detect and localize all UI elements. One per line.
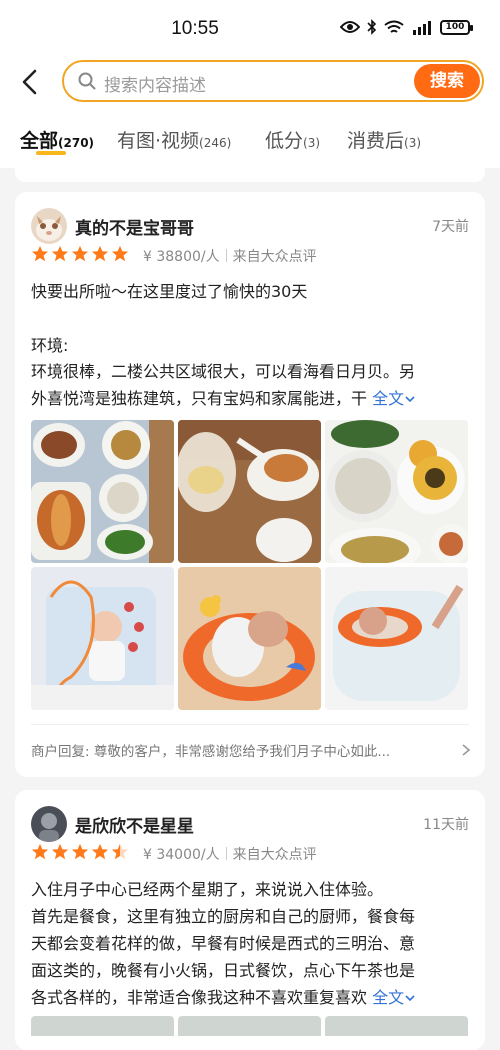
review-photos [31,420,468,710]
review-photo[interactable] [178,567,321,710]
review-photo[interactable] [178,420,321,563]
review-source: 来自大众点评 [232,847,317,863]
price-per-person: ¥ 34000/人 [143,847,220,863]
review-meta: ¥ 38800/人 来自大众点评 [143,246,317,266]
review-text-line: 快要出所啦～在这里度过了愉快的30天 [31,282,308,301]
expand-label: 全文 [372,389,405,408]
search-bar: 搜索内容描述 搜索 [0,56,500,112]
star-icon [91,843,109,860]
merchant-reply[interactable]: 商户回复: 尊敬的客户，非常感谢您给予我们月子中心如此... [31,740,471,760]
divider [31,724,469,725]
price-per-person: ¥ 38800/人 [143,249,220,265]
tab-count: (3) [404,136,422,150]
review-photos [31,1016,468,1036]
review-text-line: 首先是餐食，这里有独立的厨房和自己的厨师，餐食每 [31,907,416,926]
review-time: 11天前 [423,817,469,833]
star-icon [51,843,69,860]
status-icons: 100 [340,19,473,35]
tab-after-purchase[interactable]: 消费后(3) [347,126,421,153]
review-text-line: 天都会变着花样的做，早餐有时候是西式的三明治、意 [31,934,416,953]
star-rating [31,245,129,263]
star-icon [31,245,49,262]
review-text-line: 面这类的，晚餐有小火锅，日式餐饮，点心下午茶也是 [31,961,416,980]
review-photo[interactable] [325,420,468,563]
search-button[interactable]: 搜索 [414,64,480,98]
review-time: 7天前 [432,219,469,235]
review-photo[interactable] [31,420,174,563]
active-tab-indicator [36,151,66,155]
wifi-icon [384,20,404,33]
expand-full-text-link[interactable]: 全文 [372,988,416,1007]
previous-review-card [15,168,485,182]
status-bar: 10:55 100 [0,0,500,56]
chevron-down-icon [405,396,415,403]
star-rating [31,843,129,861]
eye-icon [340,21,360,33]
tab-all[interactable]: 全部(270) [20,126,94,153]
reviewer-name[interactable]: 是欣欣不是星星 [75,812,194,837]
review-card[interactable]: 是欣欣不是星星 11天前 ¥ 34000/人 来自大众点评 入住月子中心已经两个星… [15,790,485,1050]
search-icon [78,72,96,90]
chevron-down-icon [405,995,415,1002]
signal-icon [413,20,431,35]
tab-label: 有图·视频 [117,130,200,152]
review-text-line: 各式各样的，非常适合像我这种不喜欢重复喜欢 [31,988,368,1007]
review-meta: ¥ 34000/人 来自大众点评 [143,844,317,864]
star-icon [31,843,49,860]
review-photo[interactable] [325,1016,468,1036]
review-photo[interactable] [31,1016,174,1036]
review-photo[interactable] [325,567,468,710]
expand-label: 全文 [372,988,405,1007]
tab-label: 低分 [265,130,304,152]
tab-label: 消费后 [347,130,405,152]
review-card[interactable]: 真的不是宝哥哥 7天前 ¥ 38800/人 来自大众点评 快要出所啦～在这里度过了… [15,192,485,777]
expand-full-text-link[interactable]: 全文 [372,389,416,408]
review-text-line: 环境很棒，二楼公共区域很大，可以看海看日月贝。另 [31,362,416,381]
battery-icon: 100 [440,19,473,35]
review-photo[interactable] [31,567,174,710]
tab-count: (270) [58,136,95,150]
chevron-right-icon[interactable] [461,743,471,757]
star-icon [111,245,129,262]
search-placeholder: 搜索内容描述 [104,76,206,96]
tab-count: (3) [303,136,321,150]
tab-photo-video[interactable]: 有图·视频(246) [117,126,231,153]
tab-low-score[interactable]: 低分(3) [265,126,320,153]
search-input[interactable]: 搜索内容描述 搜索 [62,60,484,102]
tab-count: (246) [199,136,232,150]
review-source: 来自大众点评 [232,249,317,265]
reviewer-name[interactable]: 真的不是宝哥哥 [75,214,194,239]
tab-label: 全部 [20,130,59,152]
back-arrow-icon[interactable] [18,68,44,96]
status-time: 10:55 [171,18,219,39]
star-icon [51,245,69,262]
review-text-last-line: 各式各样的，非常适合像我这种不喜欢重复喜欢 全文 [31,984,471,1012]
half-star-icon [111,843,129,860]
filter-tabs: 全部(270) 有图·视频(246) 低分(3) 消费后(3) [0,112,500,168]
star-icon [71,843,89,860]
review-text-last-line: 外喜悦湾是独栋建筑，只有宝妈和家属能进，干 全文 [31,385,471,413]
star-icon [71,245,89,262]
review-text-line: 入住月子中心已经两个星期了，来说说入住体验。 [31,880,384,899]
avatar[interactable] [31,208,67,244]
review-photo[interactable] [178,1016,321,1036]
review-text-line: 外喜悦湾是独栋建筑，只有宝妈和家属能进，干 [31,389,368,408]
star-icon [91,245,109,262]
bluetooth-icon [367,19,377,35]
avatar[interactable] [31,806,67,842]
review-text-line: 环境: [31,336,69,355]
